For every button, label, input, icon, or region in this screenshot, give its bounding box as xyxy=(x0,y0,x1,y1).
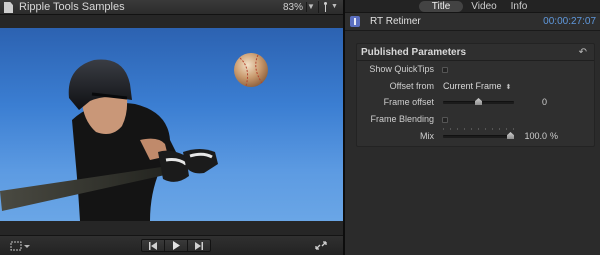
frame-offset-label: Frame offset xyxy=(383,97,434,107)
play-button[interactable] xyxy=(165,240,188,251)
video-frame-image xyxy=(0,53,268,221)
crop-button[interactable] xyxy=(9,240,31,252)
tab-video[interactable]: Video xyxy=(467,1,501,12)
play-icon xyxy=(173,241,180,250)
zoom-level[interactable]: 83% xyxy=(283,1,303,14)
plugin-name: RT Retimer xyxy=(370,16,421,27)
inspector-tabs: Title Video Info xyxy=(345,0,600,13)
offset-from-value: Current Frame xyxy=(443,81,502,91)
retimer-plugin-icon xyxy=(350,16,360,27)
mix-slider-ticks xyxy=(443,128,514,130)
viewer-options-icon xyxy=(323,2,328,12)
viewer-options-button[interactable]: ▼ xyxy=(318,1,342,13)
inspector: Title Video Info RT Retimer 00:00:27:07 … xyxy=(345,0,600,255)
crop-icon xyxy=(10,241,30,251)
fullscreen-icon xyxy=(315,241,327,250)
chevron-down-icon[interactable]: ▼ xyxy=(306,2,315,12)
frame-blending-checkbox[interactable] xyxy=(442,117,448,123)
transport-controls xyxy=(141,239,211,252)
chevron-down-icon: ▼ xyxy=(331,3,338,10)
next-frame-icon xyxy=(195,241,203,250)
video-canvas[interactable] xyxy=(0,28,343,221)
frame-offset-value[interactable]: 0 xyxy=(527,97,547,108)
published-parameters-panel: Published Parameters ↶ Show QuickTips Of… xyxy=(356,43,595,147)
viewer-footer xyxy=(0,235,343,255)
chevron-updown-icon: ⬍ xyxy=(505,84,512,91)
show-quicktips-checkbox[interactable] xyxy=(442,67,448,73)
viewer: Ripple Tools Samples 83% ▼ ▼ xyxy=(0,0,343,255)
offset-from-popup[interactable]: Current Frame ⬍ xyxy=(443,81,511,92)
reset-icon[interactable]: ↶ xyxy=(579,47,587,59)
frame-blending-label: Frame Blending xyxy=(370,114,434,124)
timecode: 00:00:27:07 xyxy=(543,16,596,27)
previous-frame-icon xyxy=(149,241,157,250)
tab-info[interactable]: Info xyxy=(507,1,531,12)
section-title: Published Parameters xyxy=(361,47,467,58)
mix-unit: % xyxy=(550,131,559,141)
previous-frame-button[interactable] xyxy=(142,240,165,251)
mix-slider-thumb[interactable] xyxy=(507,132,514,139)
mix-slider[interactable] xyxy=(443,135,514,138)
next-frame-button[interactable] xyxy=(188,240,210,251)
mix-label: Mix xyxy=(420,131,434,141)
viewer-header: Ripple Tools Samples 83% ▼ ▼ xyxy=(0,0,343,15)
show-quicktips-label: Show QuickTips xyxy=(369,64,434,74)
offset-from-label: Offset from xyxy=(389,81,434,91)
document-icon xyxy=(4,2,13,13)
inspector-header: RT Retimer 00:00:27:07 xyxy=(345,13,600,31)
tab-title[interactable]: Title xyxy=(419,1,463,12)
divider xyxy=(357,60,594,61)
baseball xyxy=(234,53,268,87)
fullscreen-button[interactable] xyxy=(313,239,329,252)
frame-offset-slider-thumb[interactable] xyxy=(475,98,482,105)
mix-value[interactable]: 100.0 xyxy=(519,131,547,142)
viewer-title: Ripple Tools Samples xyxy=(19,1,125,13)
